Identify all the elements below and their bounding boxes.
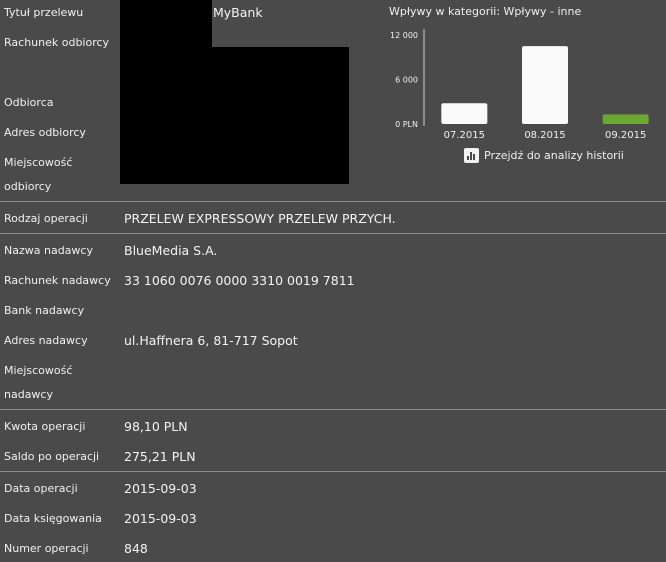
section-divider [0, 471, 666, 472]
amount-value: 98,10 PLN [124, 419, 188, 434]
booking-date-value: 2015-09-03 [124, 511, 197, 526]
chart-y-tick-label: 0 PLN [395, 120, 418, 129]
transfer-title-label: Tytuł przelewu [4, 6, 84, 19]
operation-date-value: 2015-09-03 [124, 481, 197, 496]
recipient-label: Odbiorca [4, 96, 54, 109]
section-divider [0, 201, 666, 202]
recipient-address-label: Adres odbiorcy [4, 126, 86, 139]
operation-number-value: 848 [124, 541, 148, 556]
booking-date-label: Data księgowania [4, 512, 102, 525]
bar-chart-icon [464, 148, 479, 163]
chart-bar [441, 103, 488, 124]
income-bar-chart: 12 000 6 000 0 PLN 07.2015 08.2015 09.2015 [390, 29, 649, 141]
balance-label: Saldo po operacji [4, 450, 100, 463]
balance-value: 275,21 PLN [124, 449, 196, 464]
chart-title: Wpływy w kategorii: Wpływy - inne [389, 5, 582, 18]
operation-type-value: PRZELEW EXPRESSOWY PRZELEW PRZYCH. [124, 211, 396, 226]
history-analysis-link-label: Przejdź do analizy historii [484, 149, 624, 162]
sender-address-value: ul.Haffnera 6, 81-717 Sopot [124, 333, 298, 348]
chart-x-tick-label: 07.2015 [444, 130, 485, 141]
sender-city-label: Miejscowość [4, 364, 73, 377]
section-divider [0, 233, 666, 234]
chart-x-tick-label: 09.2015 [605, 130, 646, 141]
operation-type-label: Rodzaj operacji [4, 212, 88, 225]
operation-number-label: Numer operacji [4, 542, 89, 555]
chart-bar [602, 114, 649, 124]
recipient-account-label: Rachunek odbiorcy [4, 36, 110, 49]
redaction-block [212, 47, 349, 184]
chart-x-tick-label: 08.2015 [524, 130, 565, 141]
sender-city-label-continued: nadawcy [4, 388, 53, 401]
operation-date-label: Data operacji [4, 482, 78, 495]
sender-account-label: Rachunek nadawcy [4, 274, 111, 287]
sender-name-label: Nazwa nadawcy [4, 244, 93, 257]
sender-address-label: Adres nadawcy [4, 334, 88, 347]
history-analysis-link[interactable]: Przejdź do analizy historii [464, 148, 624, 163]
amount-label: Kwota operacji [4, 420, 86, 433]
recipient-city-label: Miejscowość [4, 156, 73, 169]
sender-bank-label: Bank nadawcy [4, 304, 85, 317]
sender-name-value: BlueMedia S.A. [124, 243, 218, 258]
chart-y-tick-label: 6 000 [395, 76, 418, 85]
redaction-block [120, 0, 212, 184]
section-divider [0, 409, 666, 410]
sender-account-value: 33 1060 0076 0000 3310 0019 7811 [124, 273, 355, 288]
transfer-title-value: MyBank [213, 5, 263, 20]
recipient-city-label-continued: odbiorcy [4, 180, 52, 193]
chart-bar [522, 46, 568, 124]
chart-y-tick-label: 12 000 [390, 31, 418, 40]
